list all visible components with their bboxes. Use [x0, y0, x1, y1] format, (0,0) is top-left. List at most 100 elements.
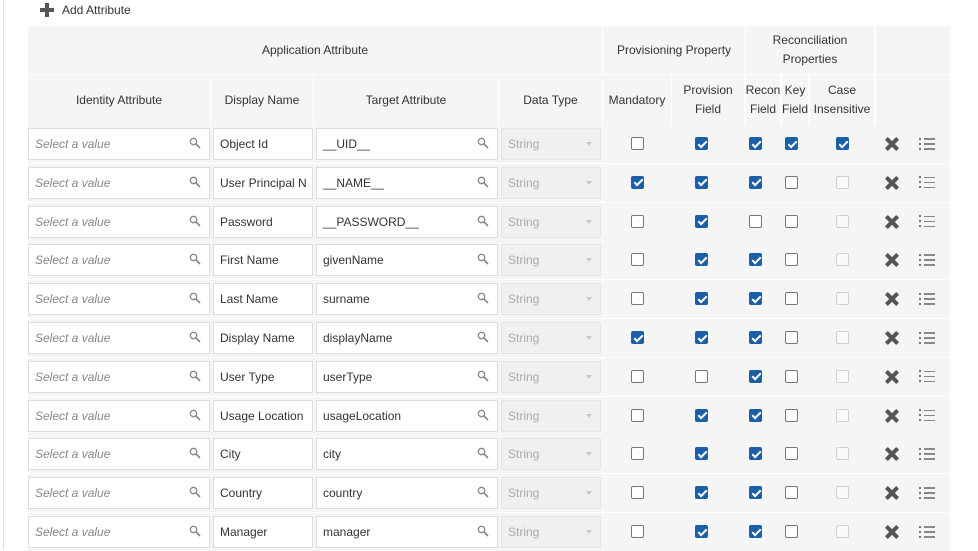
key-field-checkbox[interactable] [785, 253, 798, 267]
display-name-input[interactable]: Manager [213, 516, 313, 548]
provision-field-checkbox[interactable] [695, 447, 708, 461]
delete-row-icon[interactable] [883, 445, 901, 463]
key-field-checkbox[interactable] [785, 369, 798, 383]
target-attribute-input[interactable]: __UID__ [316, 128, 498, 160]
display-name-input[interactable]: Password [213, 205, 313, 238]
mandatory-checkbox[interactable] [631, 331, 644, 344]
search-icon[interactable] [477, 253, 489, 265]
display-name-input[interactable]: Country [213, 477, 313, 510]
key-field-checkbox[interactable] [785, 525, 798, 538]
display-name-input[interactable]: User Principal N [213, 166, 313, 199]
delete-row-icon[interactable] [883, 523, 901, 541]
search-icon[interactable] [189, 292, 201, 304]
search-icon[interactable] [189, 137, 201, 149]
delete-row-icon[interactable] [883, 251, 901, 269]
search-icon[interactable] [189, 331, 201, 343]
target-attribute-input[interactable]: givenName [316, 244, 498, 277]
search-icon[interactable] [189, 447, 201, 459]
search-icon[interactable] [189, 409, 201, 421]
key-field-checkbox[interactable] [785, 486, 798, 500]
search-icon[interactable] [477, 292, 489, 304]
recon-field-checkbox[interactable] [749, 525, 762, 538]
delete-row-icon[interactable] [883, 135, 901, 153]
search-icon[interactable] [477, 215, 489, 227]
mandatory-checkbox[interactable] [631, 137, 644, 150]
provision-field-checkbox[interactable] [695, 137, 708, 150]
search-icon[interactable] [189, 176, 201, 188]
list-details-icon[interactable] [919, 215, 935, 229]
search-icon[interactable] [477, 137, 489, 149]
search-icon[interactable] [477, 370, 489, 382]
list-details-icon[interactable] [919, 486, 935, 500]
display-name-input[interactable]: User Type [213, 360, 313, 393]
display-name-input[interactable]: Last Name [213, 283, 313, 316]
target-attribute-input[interactable]: country [316, 477, 498, 510]
key-field-checkbox[interactable] [785, 331, 798, 344]
identity-attribute-input[interactable]: Select a value [28, 438, 210, 471]
provision-field-checkbox[interactable] [695, 214, 708, 228]
provision-field-checkbox[interactable] [695, 408, 708, 422]
key-field-checkbox[interactable] [785, 214, 798, 228]
target-attribute-input[interactable]: __PASSWORD__ [316, 205, 498, 238]
provision-field-checkbox[interactable] [695, 175, 708, 189]
list-details-icon[interactable] [919, 370, 935, 384]
list-details-icon[interactable] [919, 447, 935, 461]
search-icon[interactable] [189, 253, 201, 265]
target-attribute-input[interactable]: __NAME__ [316, 166, 498, 199]
mandatory-checkbox[interactable] [631, 369, 644, 383]
mandatory-checkbox[interactable] [631, 214, 644, 228]
recon-field-checkbox[interactable] [749, 253, 762, 267]
search-icon[interactable] [189, 486, 201, 498]
search-icon[interactable] [477, 331, 489, 343]
search-icon[interactable] [477, 447, 489, 459]
provision-field-checkbox[interactable] [695, 486, 708, 500]
key-field-checkbox[interactable] [785, 175, 798, 189]
recon-field-checkbox[interactable] [749, 214, 762, 228]
delete-row-icon[interactable] [883, 329, 901, 347]
delete-row-icon[interactable] [883, 174, 901, 192]
provision-field-checkbox[interactable] [695, 292, 708, 306]
key-field-checkbox[interactable] [785, 447, 798, 461]
recon-field-checkbox[interactable] [749, 486, 762, 500]
target-attribute-input[interactable]: displayName [316, 322, 498, 354]
recon-field-checkbox[interactable] [749, 137, 762, 150]
list-details-icon[interactable] [919, 253, 935, 267]
key-field-checkbox[interactable] [785, 292, 798, 306]
target-attribute-input[interactable]: manager [316, 516, 498, 548]
key-field-checkbox[interactable] [785, 137, 798, 150]
identity-attribute-input[interactable]: Select a value [28, 244, 210, 277]
identity-attribute-input[interactable]: Select a value [28, 166, 210, 199]
recon-field-checkbox[interactable] [749, 447, 762, 461]
identity-attribute-input[interactable]: Select a value [28, 283, 210, 316]
add-attribute-button[interactable]: Add Attribute [38, 1, 131, 19]
identity-attribute-input[interactable]: Select a value [28, 399, 210, 432]
display-name-input[interactable]: City [213, 438, 313, 471]
recon-field-checkbox[interactable] [749, 408, 762, 422]
mandatory-checkbox[interactable] [631, 486, 644, 500]
delete-row-icon[interactable] [883, 290, 901, 308]
provision-field-checkbox[interactable] [695, 253, 708, 267]
search-icon[interactable] [189, 370, 201, 382]
search-icon[interactable] [189, 525, 201, 537]
search-icon[interactable] [189, 215, 201, 227]
mandatory-checkbox[interactable] [631, 253, 644, 267]
list-details-icon[interactable] [919, 137, 935, 151]
display-name-input[interactable]: Display Name [213, 322, 313, 354]
identity-attribute-input[interactable]: Select a value [28, 477, 210, 510]
provision-field-checkbox[interactable] [695, 369, 708, 383]
recon-field-checkbox[interactable] [749, 331, 762, 344]
target-attribute-input[interactable]: city [316, 438, 498, 471]
delete-row-icon[interactable] [883, 484, 901, 502]
mandatory-checkbox[interactable] [631, 175, 644, 189]
delete-row-icon[interactable] [883, 368, 901, 386]
recon-field-checkbox[interactable] [749, 292, 762, 306]
provision-field-checkbox[interactable] [695, 331, 708, 344]
display-name-input[interactable]: Usage Location [213, 399, 313, 432]
list-details-icon[interactable] [919, 525, 935, 539]
search-icon[interactable] [477, 409, 489, 421]
delete-row-icon[interactable] [883, 407, 901, 425]
recon-field-checkbox[interactable] [749, 175, 762, 189]
mandatory-checkbox[interactable] [631, 447, 644, 461]
target-attribute-input[interactable]: surname [316, 283, 498, 316]
mandatory-checkbox[interactable] [631, 292, 644, 306]
